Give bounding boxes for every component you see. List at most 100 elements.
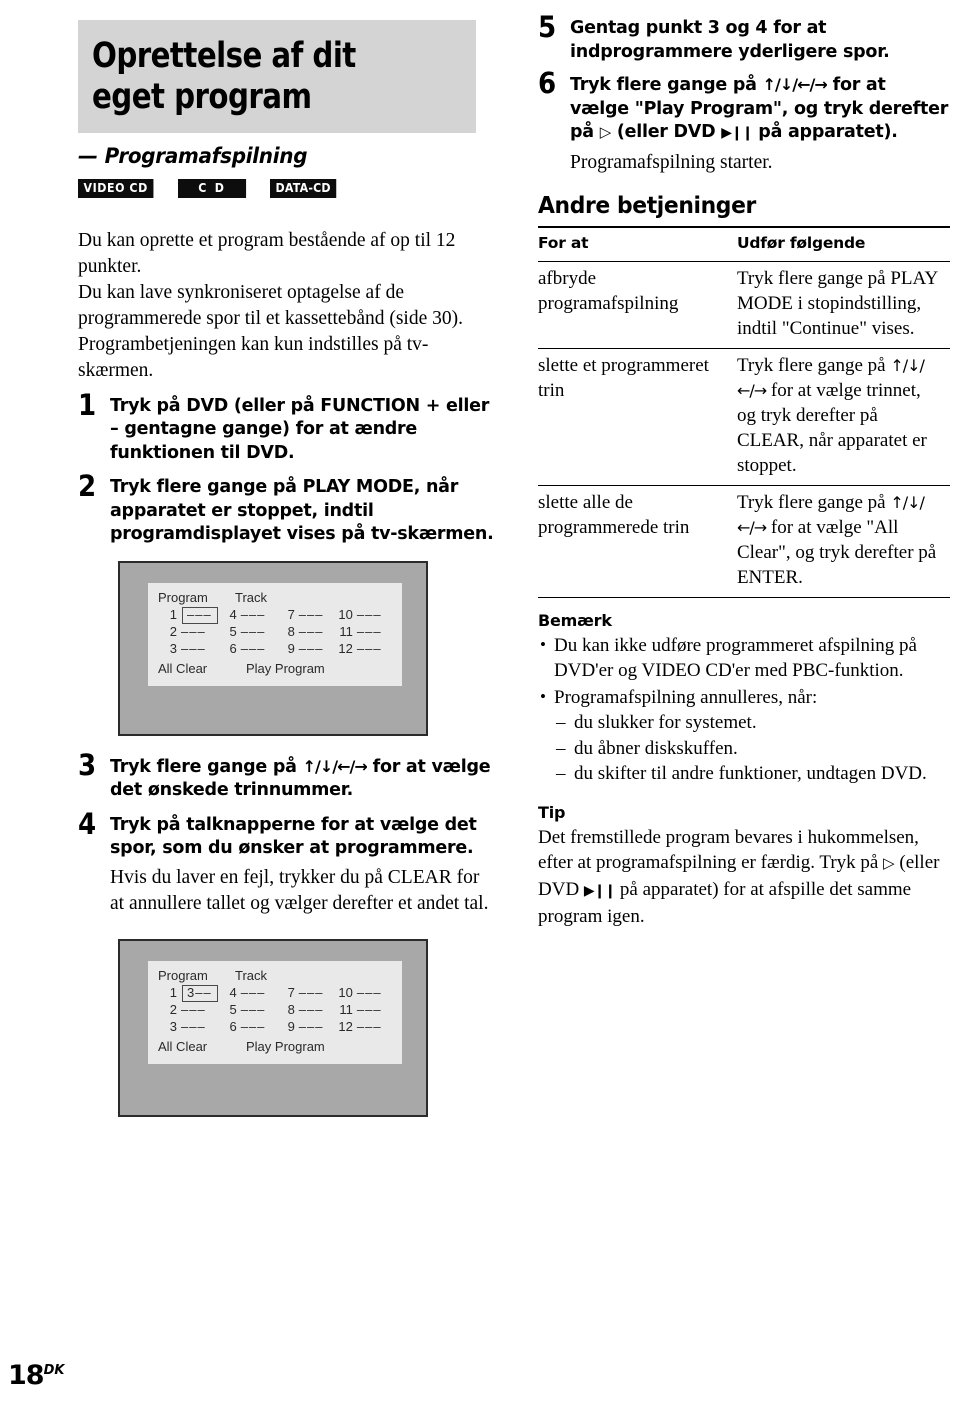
video-cd-badge: VIDEO CD <box>78 178 154 198</box>
osd-1-row: 10 ––– <box>334 607 392 624</box>
table-header-row: For at Udfør følgende <box>538 225 950 262</box>
osd-value[interactable]: ––– <box>299 641 324 658</box>
osd-1-all-clear-button[interactable]: All Clear <box>158 661 246 678</box>
intro-paragraph-3: Programbetjeningen kan kun indstilles på… <box>78 333 429 381</box>
osd-1-column-2: 4 ––– 5 ––– 6 ––– <box>218 607 276 658</box>
step-1-text: Tryk på DVD (eller på FUNCTION + eller –… <box>110 395 490 463</box>
step-1: 1 Tryk på DVD (eller på FUNCTION + eller… <box>78 387 498 466</box>
osd-value[interactable]: ––– <box>181 624 206 641</box>
osd-2-row: 3 ––– <box>158 1019 218 1036</box>
note-sublist: du slukker for systemet. du åbner disksk… <box>554 710 950 787</box>
osd-2-grid: 1 3–– 2 ––– 3 ––– 4 ––– 5 ––– 6 ––– 7 ––– 8 ––– … <box>158 985 392 1036</box>
osd-2-all-clear-button[interactable]: All Clear <box>158 1039 246 1056</box>
step-6-note: Programafspilning starter. <box>570 151 773 173</box>
osd-value[interactable]: ––– <box>299 624 324 641</box>
osd-value[interactable]: ––– <box>357 1019 382 1036</box>
osd-2-row: 12 ––– <box>334 1019 392 1036</box>
step-3: 3 Tryk flere gange på ↑/↓/←/→ for at væl… <box>78 747 498 803</box>
osd-value-selected[interactable]: ––– <box>182 607 218 625</box>
osd-value[interactable]: ––– <box>299 1002 324 1019</box>
osd-value[interactable]: ––– <box>357 624 382 641</box>
osd-value[interactable]: ––– <box>181 1002 206 1019</box>
note-heading: Bemærk <box>538 610 612 630</box>
osd-value[interactable]: ––– <box>357 1002 382 1019</box>
page-title: Oprettelse af dit eget program <box>92 36 356 118</box>
howto-post: for at vælge "All Clear", og tryk dereft… <box>736 516 937 588</box>
step-3-number: 3 <box>78 747 97 782</box>
tv-program-display-1: Program Track 1 ––– 2 ––– 3 ––– 4 ––– 5 ––– 6… <box>118 560 428 736</box>
table-cell-howto: Tryk flere gange på PLAY MODE i stopinds… <box>736 261 950 349</box>
dpad-up-down-icon: ↑/↓/ <box>890 492 925 512</box>
osd-value[interactable]: ––– <box>299 985 324 1002</box>
step-6-part1: Tryk flere gange på <box>570 75 763 95</box>
osd-value[interactable]: ––– <box>181 1019 206 1036</box>
tip-heading: Tip <box>538 802 566 822</box>
tip-part1: Det fremstillede program bevares i hukom… <box>538 826 919 874</box>
intro-paragraph-1: Du kan oprette et program bestående af o… <box>78 229 456 277</box>
osd-1-footer: All Clear Play Program <box>158 661 392 678</box>
section-heading-other-operations: Andre betjeninger <box>538 192 756 219</box>
subtitle-text: Programafspilning <box>104 143 308 168</box>
step-5-text: Gentag punkt 3 og 4 for at indprogrammer… <box>570 18 890 62</box>
table-header-udfor-folgende: Udfør følgende <box>736 225 950 262</box>
osd-2-column-3: 7 ––– 8 ––– 9 ––– <box>276 985 334 1036</box>
note-item-text: Programafspilning annulleres, når: <box>554 686 818 708</box>
osd-value[interactable]: ––– <box>181 641 206 658</box>
osd-panel-1: Program Track 1 ––– 2 ––– 3 ––– 4 ––– 5 ––– 6… <box>148 582 402 686</box>
osd-value[interactable]: ––– <box>241 985 266 1002</box>
osd-value[interactable]: ––– <box>241 1019 266 1036</box>
osd-2-row: 9 ––– <box>276 1019 334 1036</box>
osd-2-footer: All Clear Play Program <box>158 1039 392 1056</box>
osd-2-play-program-button[interactable]: Play Program <box>246 1039 325 1056</box>
osd-2-header-program: Program <box>158 967 208 983</box>
osd-value[interactable]: ––– <box>357 607 382 624</box>
other-operations-table: For at Udfør følgende afbryde programafs… <box>538 225 950 598</box>
table-row: afbryde programafspilning Tryk flere gan… <box>538 261 950 349</box>
step-4: 4 Tryk på talknapperne for at vælge det … <box>78 806 498 917</box>
osd-value[interactable]: ––– <box>357 985 382 1002</box>
play-pause-icon: ▶❙❙ <box>721 125 753 141</box>
step-2: 2 Tryk flere gange på PLAY MODE, når app… <box>78 472 498 547</box>
table-row: slette et programmeret trin Tryk flere g… <box>538 348 950 486</box>
osd-1-play-program-button[interactable]: Play Program <box>246 661 325 678</box>
osd-index: 1 <box>169 607 177 623</box>
osd-index: 4 <box>229 607 237 623</box>
data-cd-badge: DATA-CD <box>270 178 337 198</box>
osd-1-row: 3 ––– <box>158 641 218 658</box>
osd-value[interactable]: ––– <box>299 1019 324 1036</box>
step-4-number: 4 <box>78 806 97 841</box>
step-4-note: Hvis du laver en fejl, trykker du på CLE… <box>110 866 489 914</box>
step-1-number: 1 <box>78 387 97 422</box>
osd-1-column-1: 1 ––– 2 ––– 3 ––– <box>158 607 218 658</box>
osd-index: 3 <box>169 641 177 657</box>
osd-value[interactable]: ––– <box>241 1002 266 1019</box>
dpad-arrows-icon: ↑/↓/←/→ <box>762 75 828 94</box>
page-folio: 18DK <box>8 1360 64 1391</box>
osd-2-row: 11 ––– <box>334 1002 392 1019</box>
osd-index: 7 <box>287 985 295 1001</box>
osd-index: 2 <box>169 1002 177 1018</box>
osd-value-selected[interactable]: 3–– <box>182 985 218 1003</box>
note-list: Du kan ikke udføre programmeret afspilni… <box>538 632 950 787</box>
osd-index: 6 <box>229 1019 237 1035</box>
osd-index: 9 <box>287 1019 295 1035</box>
page-number: 18 <box>8 1360 45 1391</box>
table-header-for-at: For at <box>538 225 737 262</box>
osd-2-row: 7 ––– <box>276 985 334 1002</box>
osd-index: 8 <box>287 1002 295 1018</box>
dpad-arrows-icon: ↑/↓/←/→ <box>302 756 368 776</box>
osd-2-row: 1 3–– <box>158 985 218 1003</box>
step-5: 5 Gentag punkt 3 og 4 for at indprogramm… <box>538 13 950 64</box>
play-pause-icon: ▶❙❙ <box>583 882 616 899</box>
dpad-left-right-icon: ←/→ <box>736 380 767 400</box>
osd-value[interactable]: ––– <box>241 641 266 658</box>
table-cell-howto: Tryk flere gange på ↑/↓/ ←/→ for at vælge… <box>736 485 950 598</box>
osd-value[interactable]: ––– <box>241 624 266 641</box>
osd-value[interactable]: ––– <box>357 641 382 658</box>
osd-index: 12 <box>338 641 353 657</box>
note-item: Du kan ikke udføre programmeret afspilni… <box>538 632 950 684</box>
osd-value[interactable]: ––– <box>241 607 266 624</box>
osd-2-column-4: 10 ––– 11 ––– 12 ––– <box>334 985 392 1036</box>
osd-value[interactable]: ––– <box>299 607 324 624</box>
osd-index: 10 <box>338 607 353 623</box>
